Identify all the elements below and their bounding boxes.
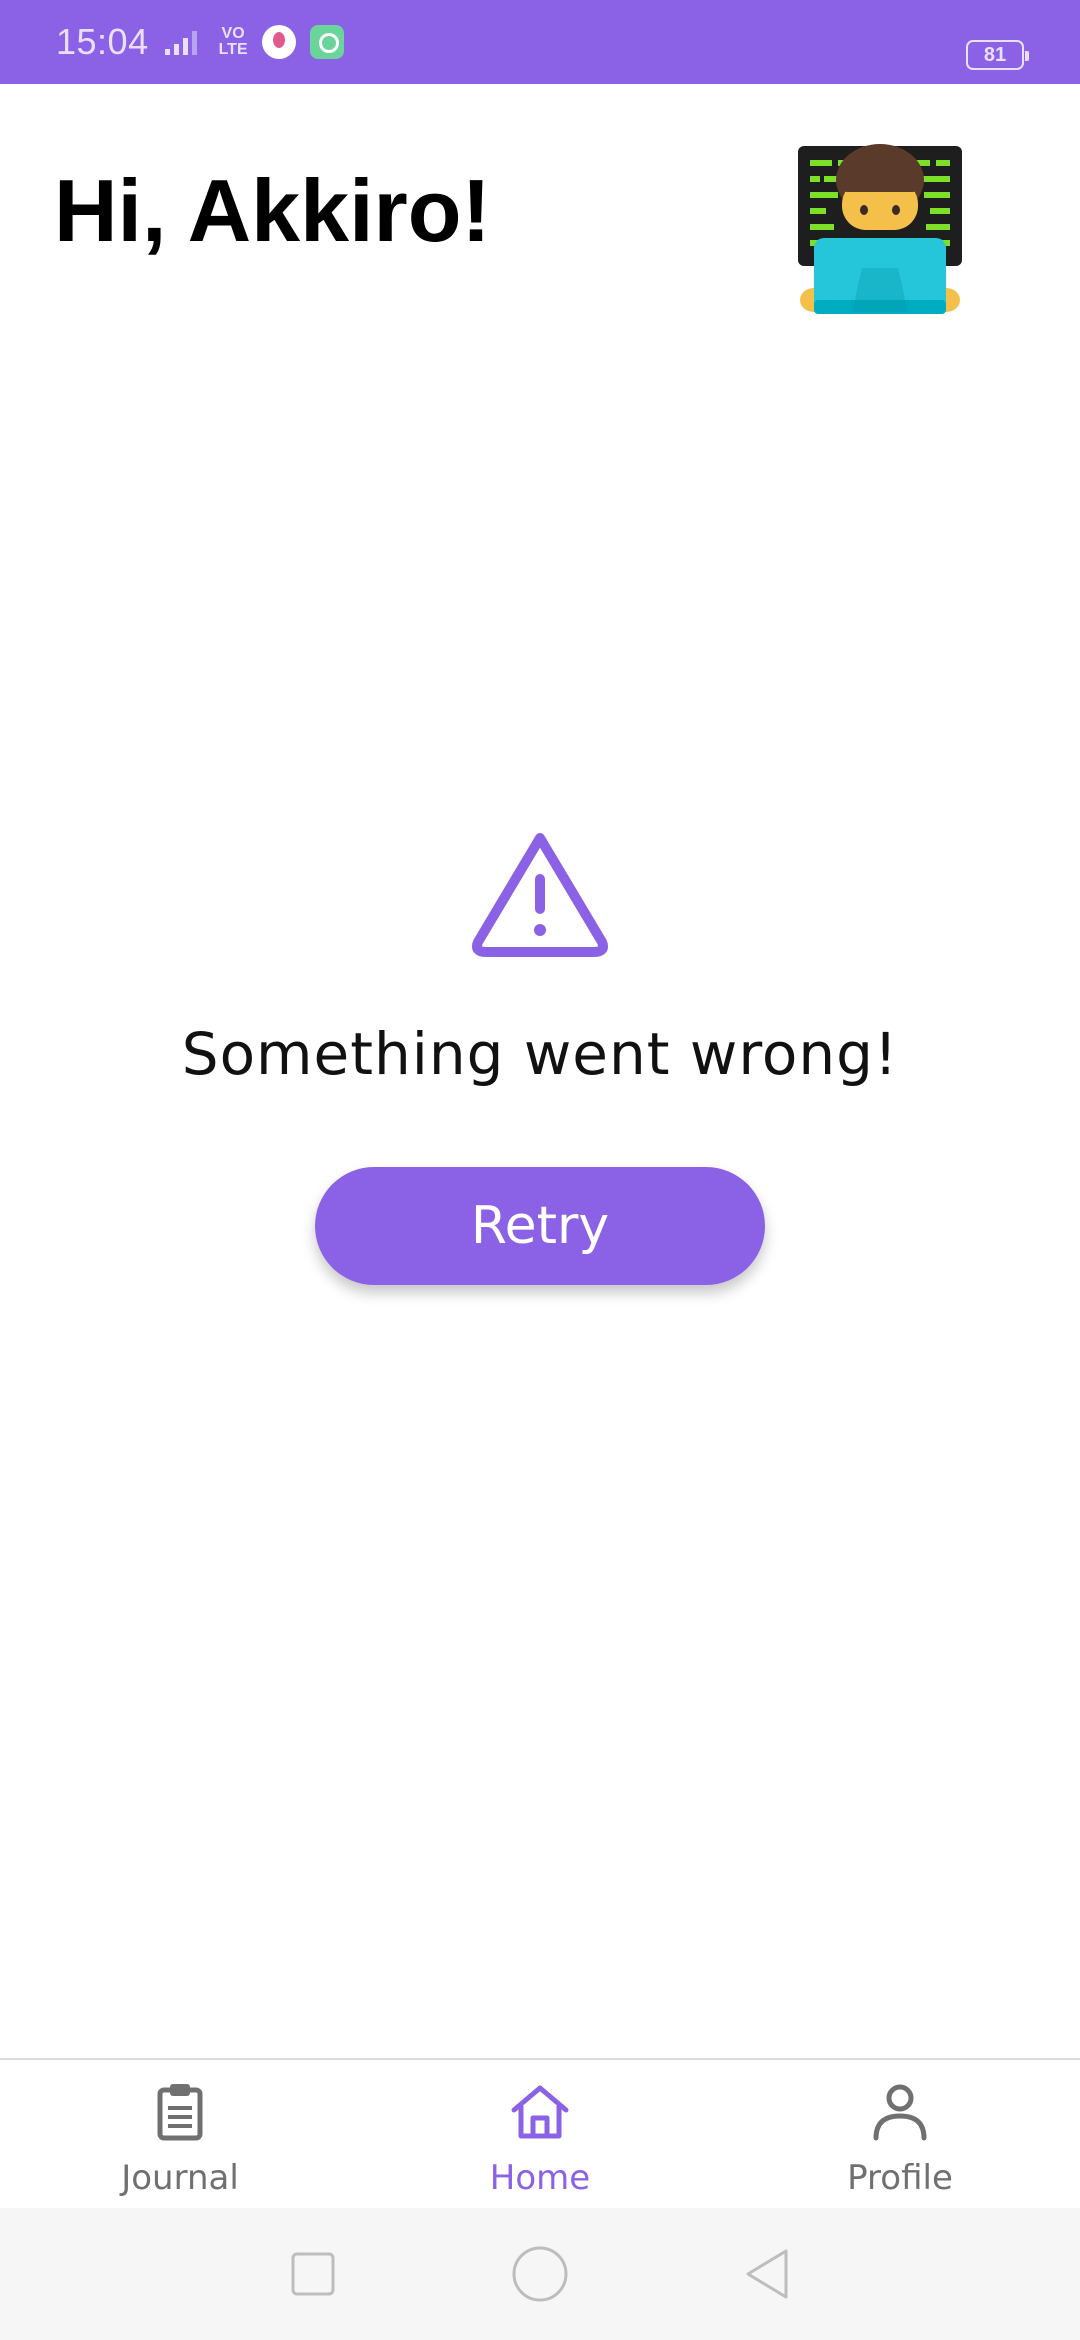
search-app-icon: [309, 25, 344, 59]
status-time: 15:04: [56, 21, 149, 62]
back-button[interactable]: [732, 2239, 802, 2309]
retry-button[interactable]: Retry: [315, 1167, 765, 1285]
recents-button[interactable]: [278, 2239, 348, 2309]
nav-label-journal: Journal: [121, 2158, 239, 2198]
warning-triangle-icon: [472, 833, 608, 957]
nav-label-home: Home: [489, 2158, 591, 2198]
status-bar: 15:04 VO LTE 81: [0, 0, 1080, 84]
volte-icon: VO LTE: [218, 25, 248, 58]
clipboard-icon: [157, 2084, 203, 2141]
nav-label-profile: Profile: [847, 2158, 953, 2198]
location-app-icon: [261, 25, 296, 59]
system-home-button[interactable]: [505, 2239, 575, 2309]
nav-item-journal[interactable]: Journal: [0, 2060, 360, 2208]
battery-level: 81: [983, 43, 1007, 66]
person-icon: [873, 2084, 927, 2141]
nav-item-home[interactable]: Home: [360, 2060, 720, 2208]
greeting-title: Hi, Akkiro!: [54, 161, 491, 260]
home-icon: [511, 2085, 569, 2139]
signal-strength-icon: [164, 31, 197, 55]
app-screen: 15:04 VO LTE 81 Hi, Akkiro! Something we…: [0, 0, 1080, 2340]
bottom-nav: Journal Home Profile: [0, 2058, 1080, 2208]
error-message: Something went wrong!: [181, 1020, 899, 1088]
nav-item-profile[interactable]: Profile: [720, 2060, 1080, 2208]
man-technologist-emoji-icon[interactable]: [792, 140, 968, 316]
system-nav-bar: [0, 2208, 1080, 2340]
home-circle-icon: [512, 2246, 568, 2302]
back-triangle-icon: [746, 2249, 788, 2299]
recents-square-icon: [291, 2252, 335, 2296]
battery-icon: 81: [966, 40, 1029, 70]
